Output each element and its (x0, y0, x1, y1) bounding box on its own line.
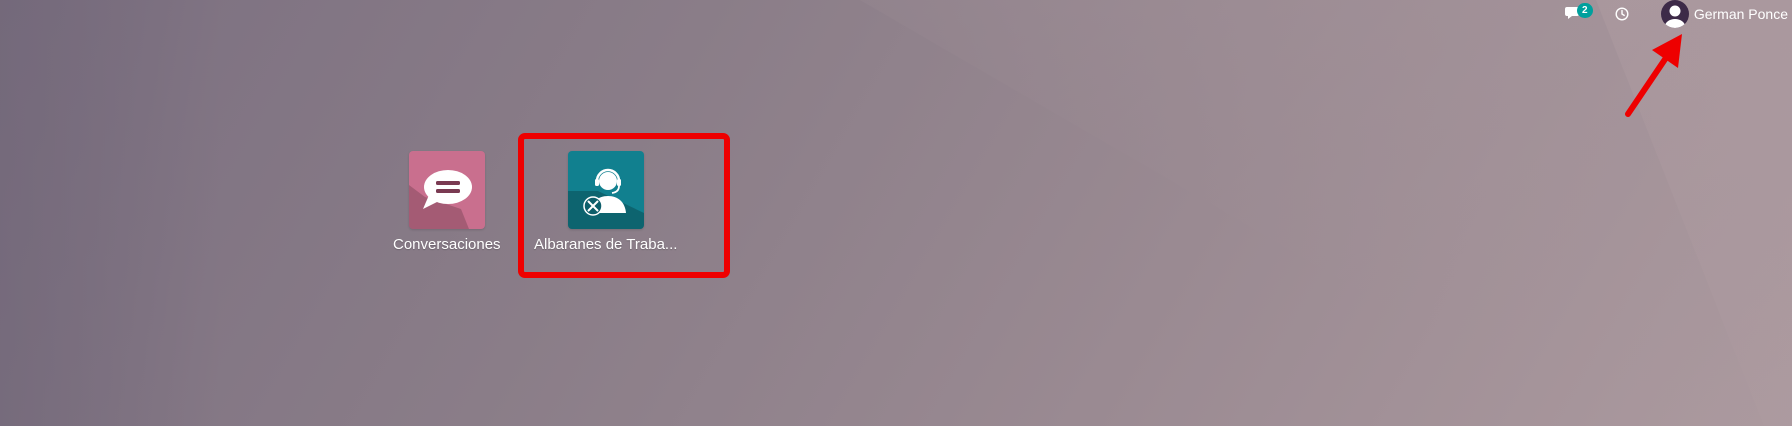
app-label: Conversaciones (393, 236, 501, 253)
messaging-menu-button[interactable]: 2 (1563, 0, 1593, 28)
clock-icon (1615, 7, 1629, 21)
speech-bubble-icon (422, 170, 472, 209)
user-avatar (1660, 0, 1689, 28)
highlight-box (518, 133, 730, 278)
user-name: German Ponce (1693, 6, 1788, 22)
activity-menu-button[interactable] (1615, 0, 1631, 28)
user-menu[interactable]: German Ponce (1660, 0, 1788, 28)
app-icon-tile (408, 151, 485, 229)
background-facet (0, 0, 220, 426)
app-conversaciones[interactable]: Conversaciones (393, 151, 501, 253)
annotation-arrow (1625, 34, 1682, 117)
messages-count-badge: 2 (1576, 3, 1593, 18)
systray: 2 German Ponce (1563, 0, 1792, 28)
user-silhouette-icon (1663, 5, 1686, 28)
